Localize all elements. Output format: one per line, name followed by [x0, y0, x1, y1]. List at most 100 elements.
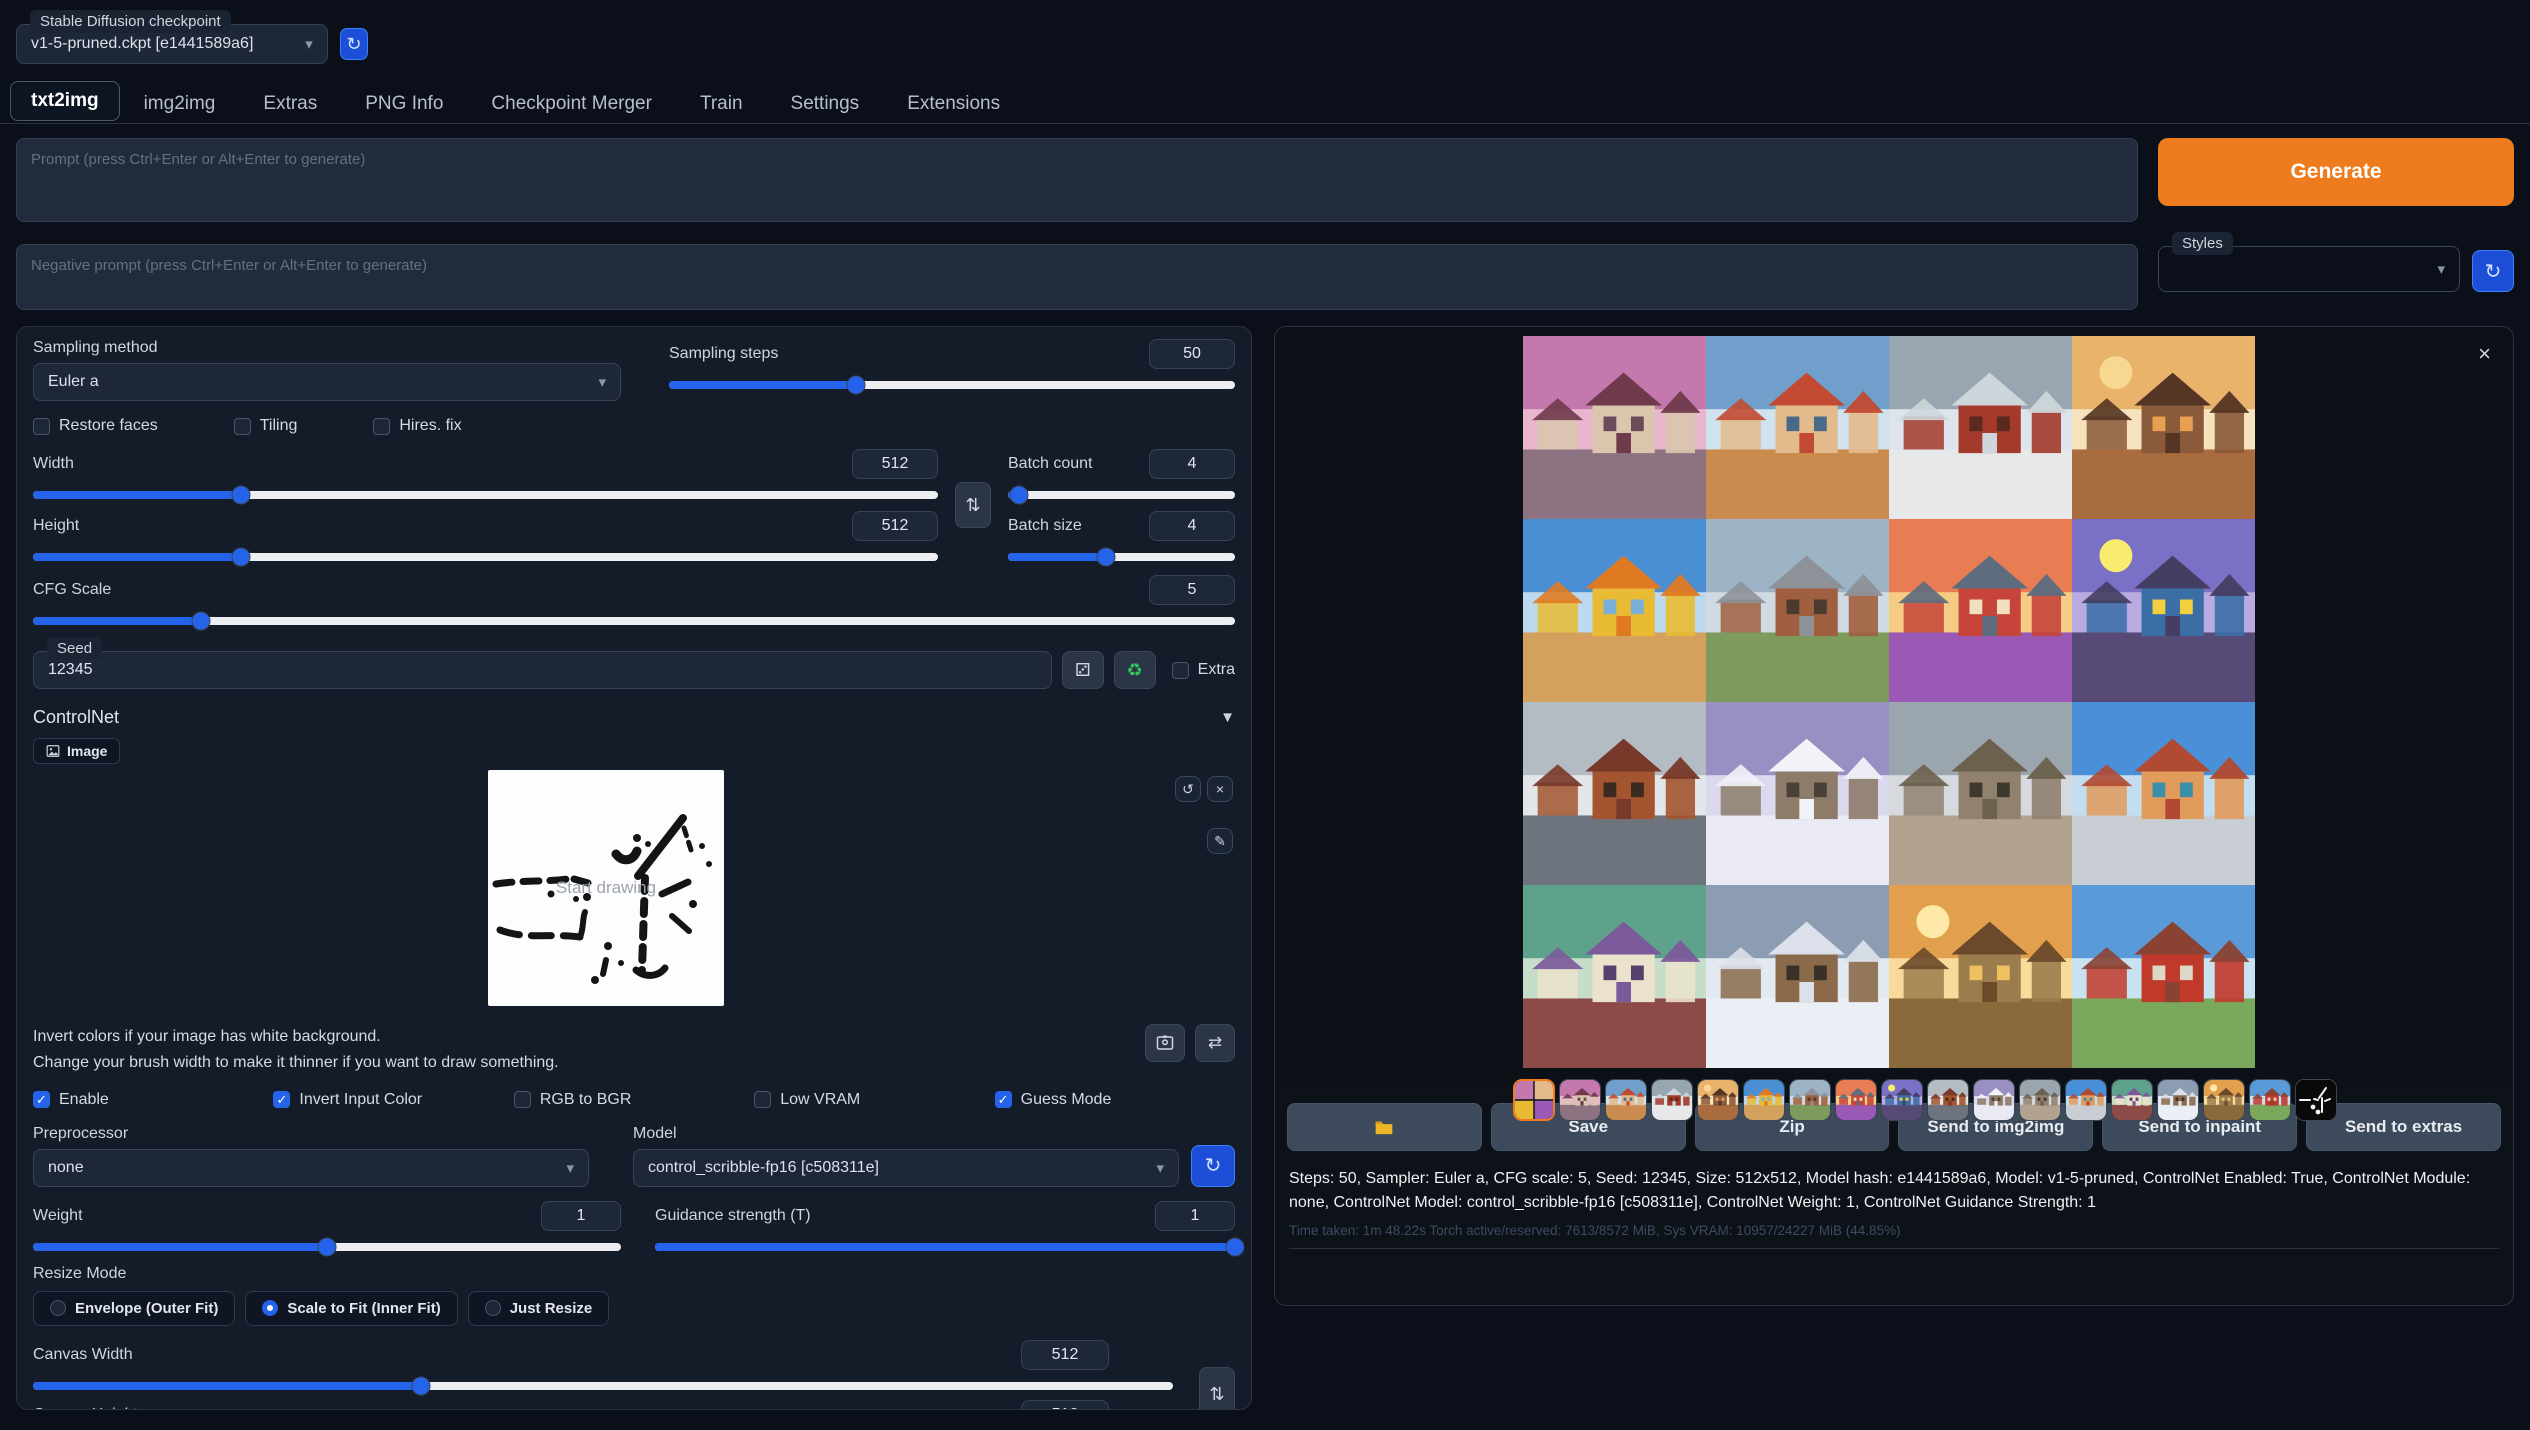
guidance-strength-value[interactable]: 1: [1155, 1201, 1235, 1231]
gallery-image-11[interactable]: [1889, 702, 2072, 885]
height-slider[interactable]: [33, 553, 938, 561]
controlnet-weight-slider[interactable]: [33, 1243, 621, 1251]
negative-prompt-input[interactable]: [16, 244, 2138, 310]
thumbnail-image-10[interactable]: [1973, 1079, 2015, 1121]
brush-button[interactable]: ✎: [1207, 828, 1233, 854]
canvas-height-value[interactable]: 512: [1021, 1400, 1109, 1410]
slider-thumb[interactable]: [318, 1237, 337, 1256]
checkbox[interactable]: [754, 1091, 771, 1108]
swap-dimensions-button[interactable]: ⇅: [955, 482, 991, 528]
checkbox-restore-faces[interactable]: Restore faces: [33, 417, 158, 435]
new-canvas-button[interactable]: [1145, 1024, 1185, 1062]
batch-size-slider[interactable]: [1008, 553, 1235, 561]
gallery-image-9[interactable]: [1523, 702, 1706, 885]
batch-count-value[interactable]: 4: [1149, 449, 1235, 479]
undo-button[interactable]: ↺: [1175, 776, 1201, 802]
sampling-steps-slider[interactable]: [669, 381, 1235, 389]
generate-button[interactable]: Generate: [2158, 138, 2514, 206]
slider-thumb[interactable]: [232, 548, 251, 567]
slider-thumb[interactable]: [1010, 486, 1029, 505]
tab-extensions[interactable]: Extensions: [883, 85, 1024, 123]
checkbox-hires-fix[interactable]: Hires. fix: [373, 417, 461, 435]
controlnet-image-tab[interactable]: Image: [33, 738, 120, 764]
checkbox-tiling[interactable]: Tiling: [234, 417, 298, 435]
slider-thumb[interactable]: [192, 612, 211, 631]
width-slider[interactable]: [33, 491, 938, 499]
gallery-image-12[interactable]: [2072, 702, 2255, 885]
guidance-strength-slider[interactable]: [655, 1243, 1235, 1251]
thumbnail-image-16[interactable]: [2249, 1079, 2291, 1121]
gallery-image-6[interactable]: [1706, 519, 1889, 702]
gallery-image-2[interactable]: [1706, 336, 1889, 519]
gallery-image-16[interactable]: [2072, 885, 2255, 1068]
checkbox[interactable]: [33, 418, 50, 435]
checkbox-rgb-to-bgr[interactable]: RGB to BGR: [514, 1091, 754, 1109]
radio-just-resize[interactable]: Just Resize: [468, 1291, 610, 1326]
slider-thumb[interactable]: [232, 486, 251, 505]
checkbox-guess-mode[interactable]: ✓Guess Mode: [995, 1091, 1235, 1109]
checkbox[interactable]: [234, 418, 251, 435]
gallery-image-5[interactable]: [1523, 519, 1706, 702]
controlnet-accordion-header[interactable]: ControlNet ▼: [33, 707, 1235, 728]
tab-img2img[interactable]: img2img: [120, 85, 240, 123]
thumbnail-image-3[interactable]: [1651, 1079, 1693, 1121]
radio-envelope-outer-fit-[interactable]: Envelope (Outer Fit): [33, 1291, 235, 1326]
tab-checkpoint-merger[interactable]: Checkpoint Merger: [467, 85, 676, 123]
controlnet-weight-value[interactable]: 1: [541, 1201, 621, 1231]
refresh-controlnet-models-button[interactable]: ↻: [1191, 1145, 1235, 1187]
thumbnail-image-8[interactable]: [1881, 1079, 1923, 1121]
checkbox[interactable]: [373, 418, 390, 435]
radio-scale-to-fit-inner-fit-[interactable]: Scale to Fit (Inner Fit): [245, 1291, 457, 1326]
gallery-image-1[interactable]: [1523, 336, 1706, 519]
gallery-image-15[interactable]: [1889, 885, 2072, 1068]
checkbox-invert-input-color[interactable]: ✓Invert Input Color: [273, 1091, 513, 1109]
prompt-input[interactable]: [16, 138, 2138, 222]
thumbnail-image-2[interactable]: [1605, 1079, 1647, 1121]
thumbnail-image-6[interactable]: [1789, 1079, 1831, 1121]
gallery-image-4[interactable]: [2072, 336, 2255, 519]
gallery-image-7[interactable]: [1889, 519, 2072, 702]
checkbox[interactable]: ✓: [995, 1091, 1012, 1108]
close-icon[interactable]: ×: [2478, 343, 2491, 365]
slider-thumb[interactable]: [411, 1376, 430, 1395]
width-value[interactable]: 512: [852, 449, 938, 479]
slider-thumb[interactable]: [846, 376, 865, 395]
seed-extra-checkbox[interactable]: Extra: [1172, 661, 1235, 679]
batch-count-slider[interactable]: [1008, 491, 1235, 499]
scribble-canvas[interactable]: Start drawing: [488, 770, 724, 1006]
thumbnail-image-14[interactable]: [2157, 1079, 2199, 1121]
thumbnail-image-9[interactable]: [1927, 1079, 1969, 1121]
tab-settings[interactable]: Settings: [767, 85, 884, 123]
seed-input[interactable]: [33, 651, 1052, 689]
refresh-checkpoints-button[interactable]: ↻: [340, 28, 368, 60]
tab-train[interactable]: Train: [676, 85, 767, 123]
cfg-scale-slider[interactable]: [33, 617, 1235, 625]
checkbox[interactable]: [514, 1091, 531, 1108]
tab-png-info[interactable]: PNG Info: [341, 85, 467, 123]
checkbox[interactable]: ✓: [273, 1091, 290, 1108]
swap-canvas-dimensions-button[interactable]: ⇅: [1199, 1367, 1235, 1410]
reuse-seed-recycle-button[interactable]: ♻: [1114, 651, 1156, 689]
checkbox-low-vram[interactable]: Low VRAM: [754, 1091, 994, 1109]
checkbox[interactable]: ✓: [33, 1091, 50, 1108]
canvas-width-value[interactable]: 512: [1021, 1340, 1109, 1370]
thumbnail-image-13[interactable]: [2111, 1079, 2153, 1121]
thumbnail-image-4[interactable]: [1697, 1079, 1739, 1121]
clear-canvas-button[interactable]: ×: [1207, 776, 1233, 802]
slider-thumb[interactable]: [1096, 548, 1115, 567]
refresh-styles-button[interactable]: ↻: [2472, 250, 2514, 292]
thumbnail-image-15[interactable]: [2203, 1079, 2245, 1121]
thumbnail-grid-montage[interactable]: [1513, 1079, 1555, 1121]
thumbnail-image-5[interactable]: [1743, 1079, 1785, 1121]
slider-thumb[interactable]: [1226, 1237, 1245, 1256]
batch-size-value[interactable]: 4: [1149, 511, 1235, 541]
height-value[interactable]: 512: [852, 511, 938, 541]
controlnet-model-select[interactable]: control_scribble-fp16 [c508311e] ▾: [633, 1149, 1179, 1187]
gallery-image-13[interactable]: [1523, 885, 1706, 1068]
gallery-image-14[interactable]: [1706, 885, 1889, 1068]
checkbox[interactable]: [1172, 662, 1189, 679]
tab-extras[interactable]: Extras: [239, 85, 341, 123]
sampling-method-select[interactable]: Euler a ▾: [33, 363, 621, 401]
cfg-scale-value[interactable]: 5: [1149, 575, 1235, 605]
sampling-steps-value[interactable]: 50: [1149, 339, 1235, 369]
